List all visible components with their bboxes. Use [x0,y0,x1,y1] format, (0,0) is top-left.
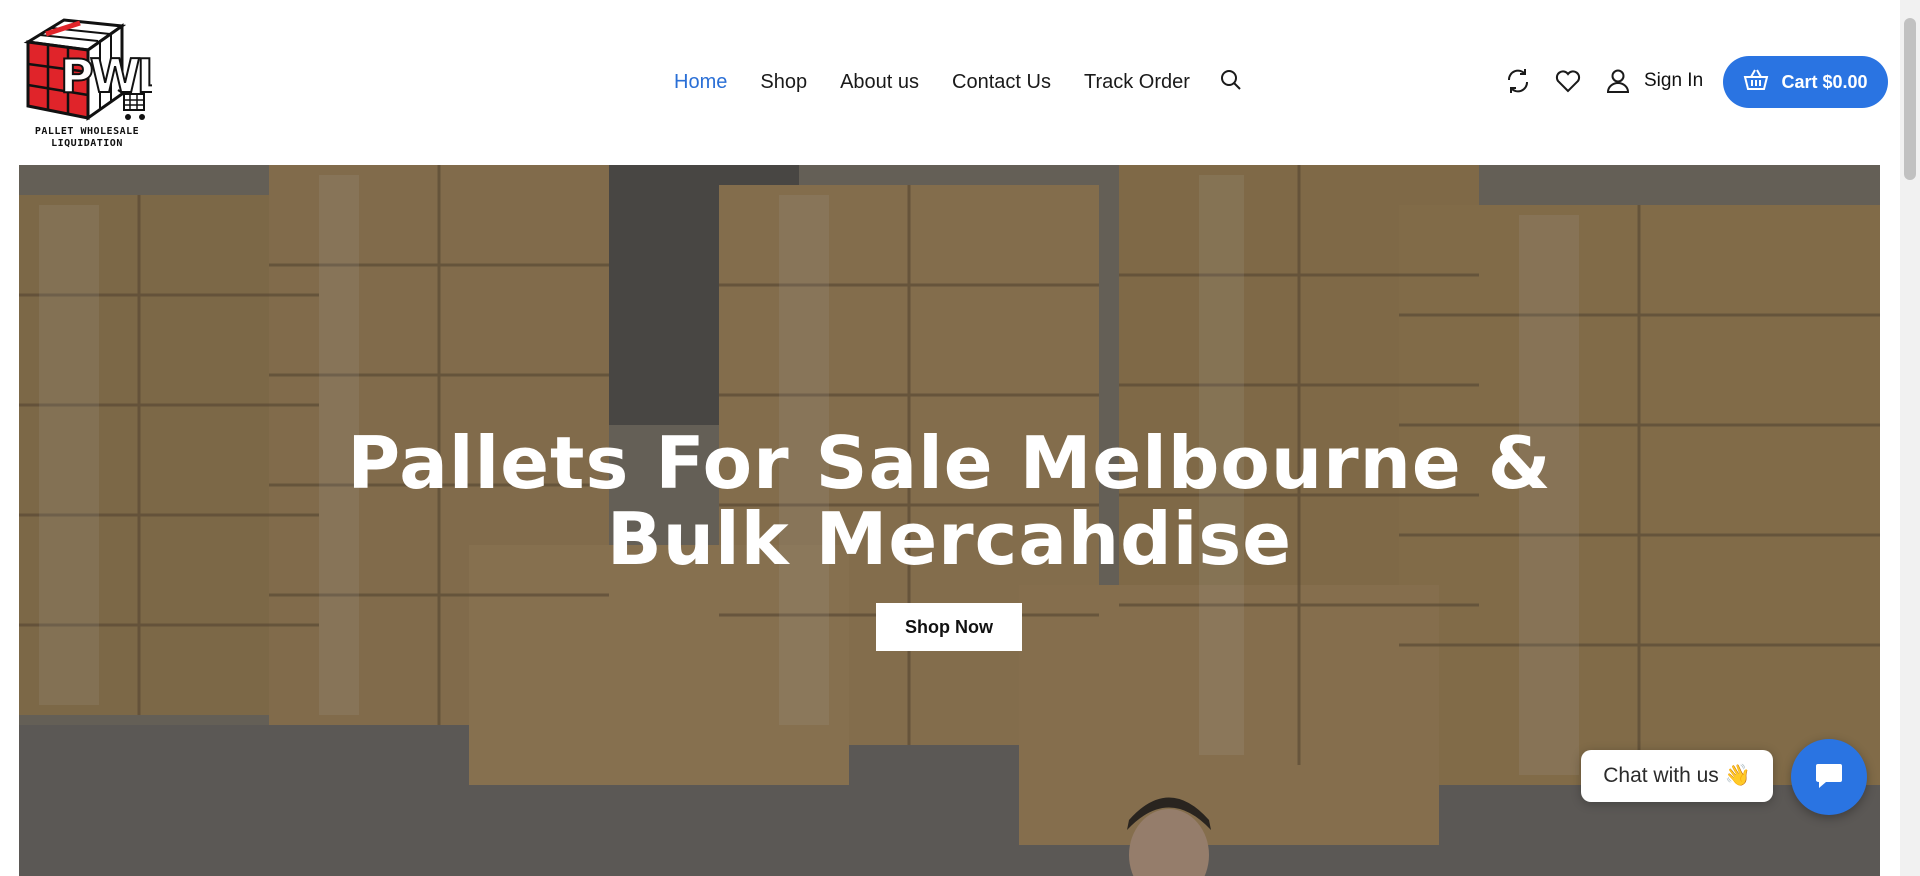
header-tools: Sign In [1504,64,1703,98]
shop-now-button[interactable]: Shop Now [876,603,1022,651]
nav-item-track-order[interactable]: Track Order [1084,71,1190,94]
scrollbar-thumb[interactable] [1904,18,1916,180]
sign-in-link[interactable]: Sign In [1604,67,1703,95]
sign-in-label: Sign In [1644,70,1704,91]
hero-title-line1: Pallets For Sale Melbourne & [347,421,1552,505]
logo-text-line2: LIQUIDATION [51,138,123,149]
chat-icon [1814,760,1844,795]
pwl-logo-mark: PWL [23,18,152,121]
nav-item-home[interactable]: Home [674,71,727,94]
chat-launcher-button[interactable] [1791,739,1867,815]
logo-text-line1: PALLET WHOLESALE [34,126,140,137]
cart-label: Cart $0.00 [1781,71,1868,92]
nav-item-shop[interactable]: Shop [760,71,807,94]
nav-item-contact-us[interactable]: Contact Us [952,71,1051,94]
site-logo[interactable]: PWL PALLET WHOLESALE LIQUIDATION [22,14,152,150]
main-nav: Home Shop About us Contact Us Track Orde… [674,70,1243,94]
site-header: PWL PALLET WHOLESALE LIQUIDATION Home Sh… [0,0,1900,165]
cart-button[interactable]: Cart $0.00 [1723,56,1888,108]
heart-icon[interactable] [1554,67,1582,95]
user-icon [1604,67,1632,95]
page-scrollbar[interactable] [1900,0,1920,876]
logo-wordmark: PALLET WHOLESALE LIQUIDATION [22,126,152,150]
nav-item-about-us[interactable]: About us [840,71,919,94]
search-icon[interactable] [1219,68,1243,92]
chat-prompt-bubble[interactable]: Chat with us 👋 [1581,750,1773,802]
hero-title: Pallets For Sale Melbourne & Bulk Mercah… [19,425,1880,577]
hero-title-line2: Bulk Mercahdise [606,497,1293,581]
refresh-icon[interactable] [1504,67,1532,95]
basket-icon [1743,68,1769,97]
